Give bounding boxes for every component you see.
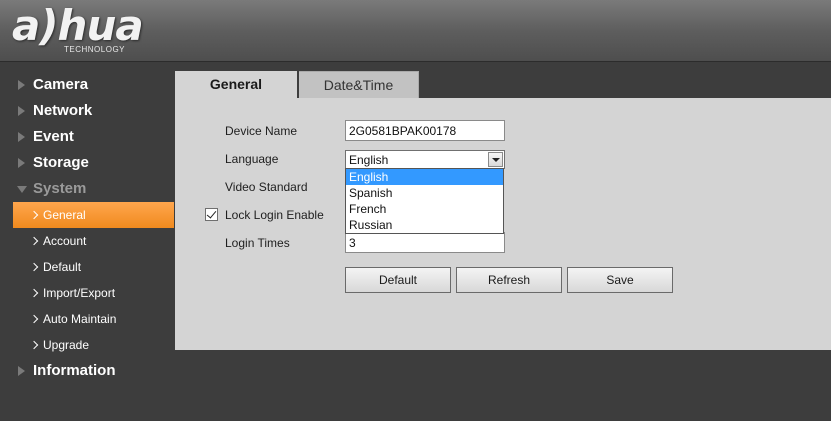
sidebar-item-network[interactable]: Network bbox=[0, 98, 174, 124]
chevron-right-icon bbox=[29, 340, 39, 350]
logo-tagline: TECHNOLOGY bbox=[64, 45, 126, 54]
tab-strip: General Date&Time bbox=[175, 71, 831, 98]
triangle-right-icon bbox=[18, 366, 25, 376]
header-bar: a)hua TECHNOLOGY bbox=[0, 0, 831, 62]
tab-general[interactable]: General bbox=[175, 71, 297, 98]
video-standard-label: Video Standard bbox=[225, 180, 308, 194]
sidebar-item-label: Event bbox=[33, 128, 74, 145]
triangle-right-icon bbox=[18, 158, 25, 168]
sidebar-subitem-account[interactable]: Account bbox=[0, 228, 174, 254]
login-times-label: Login Times bbox=[225, 236, 290, 250]
sidebar-item-label: Network bbox=[33, 102, 93, 119]
language-dropdown-list: English Spanish French Russian bbox=[345, 168, 504, 234]
sidebar-subitem-label: General bbox=[43, 208, 86, 222]
sidebar-item-information[interactable]: Information bbox=[0, 358, 174, 384]
chevron-right-icon bbox=[29, 288, 39, 298]
device-name-label: Device Name bbox=[225, 124, 298, 138]
content-panel: General Date&Time Device Name Language E… bbox=[175, 71, 831, 350]
language-option-spanish[interactable]: Spanish bbox=[346, 185, 503, 201]
language-label: Language bbox=[225, 152, 279, 166]
language-select[interactable]: English bbox=[345, 150, 505, 169]
chevron-right-icon bbox=[29, 262, 39, 272]
sidebar-item-label: Storage bbox=[33, 154, 89, 171]
sidebar-item-label: System bbox=[33, 180, 87, 197]
triangle-down-icon bbox=[17, 186, 27, 193]
language-option-english[interactable]: English bbox=[346, 169, 503, 185]
tab-date-time[interactable]: Date&Time bbox=[299, 71, 419, 98]
sidebar-item-camera[interactable]: Camera bbox=[0, 72, 174, 98]
triangle-right-icon bbox=[18, 80, 25, 90]
device-name-input[interactable] bbox=[345, 120, 505, 141]
sidebar-item-storage[interactable]: Storage bbox=[0, 150, 174, 176]
language-option-french[interactable]: French bbox=[346, 201, 503, 217]
dahua-logo: a)hua TECHNOLOGY bbox=[12, 1, 144, 55]
sidebar-subitem-auto-maintain[interactable]: Auto Maintain bbox=[0, 306, 174, 332]
default-button[interactable]: Default bbox=[345, 267, 451, 293]
triangle-right-icon bbox=[18, 106, 25, 116]
language-option-russian[interactable]: Russian bbox=[346, 217, 503, 233]
sidebar-item-label: Information bbox=[33, 362, 116, 379]
chevron-right-icon bbox=[29, 236, 39, 246]
sidebar-subitem-label: Auto Maintain bbox=[43, 312, 117, 326]
chevron-right-icon bbox=[29, 210, 39, 220]
sidebar-subitem-label: Import/Export bbox=[43, 286, 116, 300]
sidebar-subitem-label: Default bbox=[43, 260, 82, 274]
sidebar-subitem-default[interactable]: Default bbox=[0, 254, 174, 280]
sidebar-subitem-general[interactable]: General bbox=[13, 202, 174, 228]
chevron-right-icon bbox=[29, 314, 39, 324]
language-selected-value: English bbox=[349, 153, 389, 167]
lock-login-checkbox[interactable] bbox=[205, 208, 218, 221]
lock-login-label: Lock Login Enable bbox=[225, 208, 324, 222]
sidebar-item-label: Camera bbox=[33, 76, 89, 93]
sidebar-subitem-label: Upgrade bbox=[43, 338, 90, 352]
sidebar-subitem-label: Account bbox=[43, 234, 87, 248]
logo-text: a)hua bbox=[12, 1, 144, 50]
refresh-button[interactable]: Refresh bbox=[456, 267, 562, 293]
triangle-right-icon bbox=[18, 132, 25, 142]
sidebar-item-event[interactable]: Event bbox=[0, 124, 174, 150]
chevron-down-icon[interactable] bbox=[488, 152, 503, 167]
save-button[interactable]: Save bbox=[567, 267, 673, 293]
sidebar-subitem-upgrade[interactable]: Upgrade bbox=[0, 332, 174, 358]
sidebar-subitem-import-export[interactable]: Import/Export bbox=[0, 280, 174, 306]
sidebar-item-system[interactable]: System bbox=[0, 176, 174, 202]
sidebar: Camera Network Event Storage System Gene… bbox=[0, 72, 174, 384]
login-times-input[interactable] bbox=[345, 232, 505, 253]
